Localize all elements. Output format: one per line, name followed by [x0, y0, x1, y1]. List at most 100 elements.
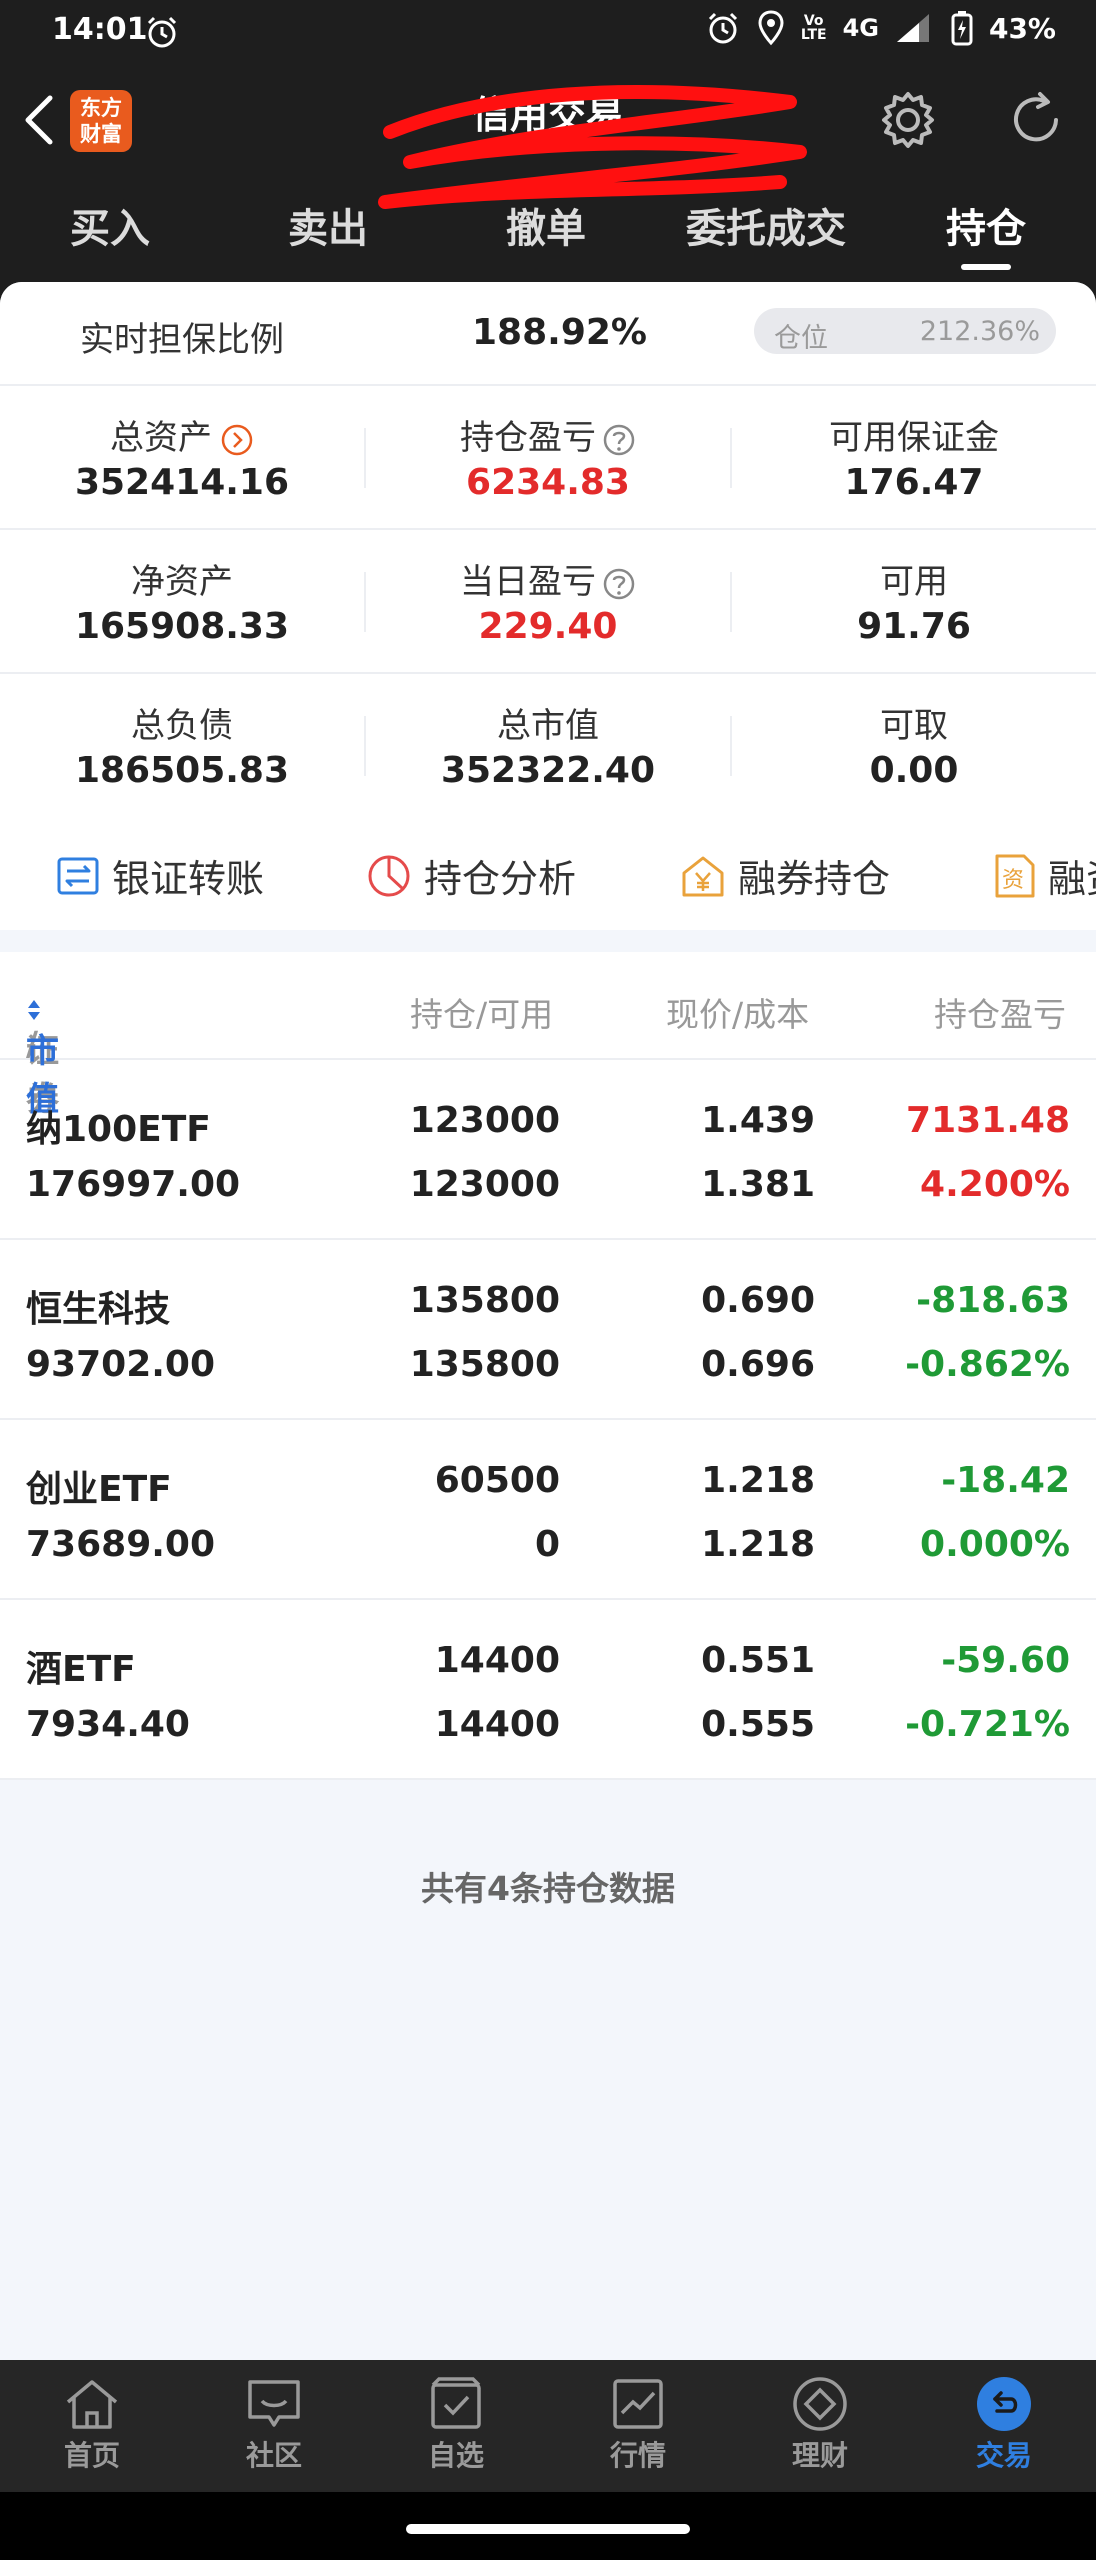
tab-sell[interactable]: 卖出 [218, 196, 438, 254]
status-bar: 14:01 Vo LTE 4G 43% [0, 0, 1096, 62]
quick-actions-row: 银证转账 持仓分析 融券持仓 资 融资 [0, 816, 1096, 930]
metrics-row-1: 总资产 352414.16 持仓盈亏 6234.83 可用保证金 176.47 [0, 386, 1096, 530]
metric-value: 352414.16 [74, 462, 290, 503]
margin-positions-button[interactable]: 资 融资 [994, 848, 1096, 903]
metric-available-margin: 可用保证金 176.47 [732, 386, 1096, 530]
signal-icon [896, 14, 929, 42]
short-positions-button[interactable]: 融券持仓 [680, 848, 890, 903]
position-pnl-pct: -0.721% [905, 1704, 1070, 1745]
trade-tabs: 买入 卖出 撤单 委托成交 持仓 [0, 196, 1096, 268]
status-right: Vo LTE 4G 43% [705, 10, 1056, 46]
help-question-icon[interactable] [602, 567, 636, 601]
position-pnl: -818.63 [916, 1280, 1070, 1321]
positions-content: 实时担保比例 188.92% 仓位 212.36% 总资产 352414.16 … [0, 282, 1096, 2360]
home-indicator[interactable] [406, 2524, 690, 2534]
bank-transfer-button[interactable]: 银证转账 [56, 848, 264, 903]
metric-total-assets[interactable]: 总资产 352414.16 [0, 386, 364, 530]
metric-daily-pnl: 当日盈亏 229.40 [366, 530, 730, 674]
alarm-icon [147, 16, 177, 48]
metric-value: 0.00 [869, 750, 959, 791]
metric-label: 当日盈亏 [460, 562, 596, 602]
metric-value: 165908.33 [74, 606, 290, 647]
help-question-icon[interactable] [602, 423, 636, 457]
bottom-nav: 首页 社区 自选 行情 理财 交易 [0, 2360, 1096, 2492]
svg-text:资: 资 [1002, 868, 1024, 893]
tab-orders[interactable]: 委托成交 [656, 196, 876, 254]
chart-icon [613, 2379, 663, 2429]
position-pnl: 7131.48 [906, 1100, 1070, 1141]
position-value: 212.36% [919, 316, 1040, 347]
metric-position-pnl: 持仓盈亏 6234.83 [366, 386, 730, 530]
metric-label: 可用保证金 [829, 418, 999, 458]
table-row[interactable]: 恒生科技 93702.00 135800 135800 0.690 0.696 … [0, 1240, 1096, 1420]
holdings-table: 证券 / 市值 持仓/可用 现价/成本 持仓盈亏 纳100ETF 176997.00… [0, 952, 1096, 1780]
table-header: 证券 / 市值 持仓/可用 现价/成本 持仓盈亏 [0, 952, 1096, 1118]
metric-label: 总资产 [110, 418, 212, 458]
volte-indicator: Vo LTE [800, 13, 827, 43]
transfer-icon [57, 857, 99, 894]
quick-action-label: 融资 [1048, 857, 1096, 901]
sort-icon [28, 999, 40, 1020]
metric-label: 可用 [880, 562, 948, 602]
table-row[interactable]: 创业ETF 73689.00 60500 0 1.218 1.218 -18.4… [0, 1420, 1096, 1600]
nav-market[interactable]: 行情 [568, 2374, 708, 2474]
quick-action-label: 融券持仓 [738, 857, 891, 901]
quick-action-label: 银证转账 [112, 857, 265, 901]
app-header: 东方 财富 信用交易 [0, 62, 1096, 209]
nav-home[interactable]: 首页 [22, 2374, 162, 2474]
metric-label: 总市值 [497, 706, 599, 746]
metric-label: 可取 [880, 706, 948, 746]
metric-value: 229.40 [478, 606, 618, 647]
nav-community[interactable]: 社区 [204, 2374, 344, 2474]
table-row[interactable]: 纳100ETF 176997.00 123000 123000 1.439 1.… [0, 1060, 1096, 1240]
header-holding: 持仓/可用 [410, 995, 554, 1034]
metric-total-market-value: 总市值 352322.40 [366, 674, 730, 818]
metric-label: 持仓盈亏 [460, 418, 596, 458]
position-pill: 仓位 212.36% [754, 308, 1056, 354]
watchlist-icon [431, 2377, 481, 2429]
nav-label: 首页 [63, 2439, 120, 2472]
header-price-cost: 现价/成本 [666, 995, 810, 1034]
header-pnl: 持仓盈亏 [934, 995, 1066, 1034]
ratio-label: 实时担保比例 [80, 320, 284, 360]
location-icon [758, 10, 784, 46]
nav-label: 交易 [975, 2439, 1032, 2472]
nav-trade[interactable]: 交易 [934, 2374, 1074, 2474]
settings-gear-icon[interactable] [876, 88, 940, 152]
position-pnl-pct: 0.000% [920, 1524, 1070, 1565]
header-security-sort[interactable]: 证券 / 市值 [26, 988, 59, 1118]
yen-house-icon [682, 856, 724, 896]
metrics-row-2: 净资产 165908.33 当日盈亏 229.40 可用 91.76 [0, 530, 1096, 674]
nav-label: 理财 [791, 2439, 848, 2472]
tab-buy[interactable]: 买入 [0, 196, 220, 254]
nav-wealth[interactable]: 理财 [750, 2374, 890, 2474]
metric-label: 净资产 [131, 562, 233, 602]
tab-positions[interactable]: 持仓 [876, 196, 1096, 254]
table-row[interactable]: 酒ETF 7934.40 14400 14400 0.551 0.555 -59… [0, 1600, 1096, 1780]
active-tab-indicator [961, 264, 1011, 270]
alarm-icon [708, 12, 737, 44]
metric-total-liabilities: 总负债 186505.83 [0, 674, 364, 818]
nav-watchlist[interactable]: 自选 [386, 2374, 526, 2474]
metric-value: 176.47 [844, 462, 984, 503]
quick-action-label: 持仓分析 [424, 857, 577, 901]
metric-label: 总负债 [131, 706, 233, 746]
chat-icon [248, 2380, 300, 2427]
ratio-value: 188.92% [472, 312, 647, 353]
refresh-icon[interactable] [1004, 88, 1068, 152]
metric-net-assets: 净资产 165908.33 [0, 530, 364, 674]
metric-value: 186505.83 [74, 750, 290, 791]
guarantee-ratio-row: 实时担保比例 188.92% 仓位 212.36% [0, 282, 1096, 386]
network-type: 4G [842, 14, 879, 42]
metric-value: 352322.40 [440, 750, 656, 791]
position-pnl: -59.60 [941, 1640, 1070, 1681]
trade-icon [977, 2377, 1031, 2431]
position-pnl: -18.42 [941, 1460, 1070, 1501]
holdings-count-note: 共有4条持仓数据 [421, 1869, 675, 1908]
metric-withdrawable: 可取 0.00 [732, 674, 1096, 818]
pie-chart-icon [368, 855, 410, 896]
position-analysis-button[interactable]: 持仓分析 [366, 848, 576, 903]
tab-cancel[interactable]: 撤单 [436, 196, 656, 254]
battery-icon [951, 11, 973, 46]
chevron-right-circle-icon[interactable] [220, 423, 254, 457]
